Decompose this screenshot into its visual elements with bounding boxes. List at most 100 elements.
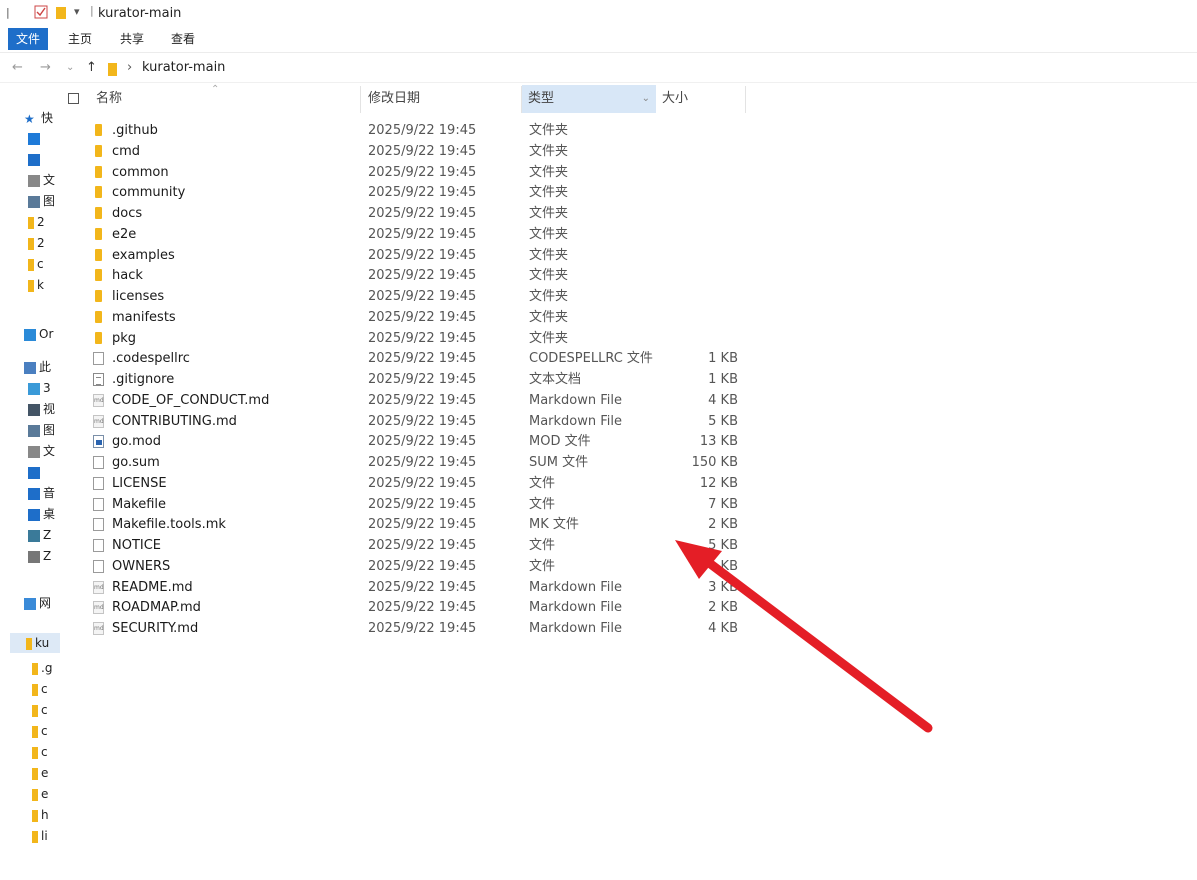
sidebar-folder-item[interactable]: 2 bbox=[28, 233, 45, 253]
network-icon bbox=[24, 597, 36, 610]
file-row[interactable]: md SECURITY.md 2025/9/22 19:45 Markdown Fil… bbox=[88, 618, 748, 639]
file-row[interactable]: common 2025/9/22 19:45 文件夹 bbox=[88, 162, 748, 183]
breadcrumb-current-folder[interactable]: kurator-main bbox=[142, 60, 225, 75]
sidebar-folder-item[interactable]: c bbox=[32, 742, 48, 762]
column-header-modified[interactable]: 修改日期 bbox=[368, 85, 420, 113]
sidebar-documents-item[interactable]: 文 bbox=[28, 441, 55, 461]
select-all-checkbox[interactable] bbox=[68, 93, 79, 104]
sidebar-quick-access-item[interactable]: ★ 快 bbox=[24, 108, 53, 128]
sidebar-downloads-item[interactable] bbox=[28, 149, 43, 169]
file-row[interactable]: OWNERS 2025/9/22 19:45 文件 KB bbox=[88, 556, 748, 577]
file-row[interactable]: md README.md 2025/9/22 19:45 Markdown File 3… bbox=[88, 577, 748, 598]
tab-file[interactable]: 文件 bbox=[8, 28, 48, 50]
column-header-type[interactable]: 类型 ⌄ bbox=[522, 85, 656, 113]
back-arrow-icon[interactable]: ← bbox=[12, 60, 23, 75]
file-row[interactable]: .github 2025/9/22 19:45 文件夹 bbox=[88, 120, 748, 141]
file-row[interactable]: md ROADMAP.md 2025/9/22 19:45 Markdown File… bbox=[88, 597, 748, 618]
file-type: CODESPELLRC 文件 bbox=[529, 351, 653, 367]
sidebar-music-item[interactable]: 音 bbox=[28, 483, 55, 503]
column-divider[interactable] bbox=[360, 86, 361, 113]
sidebar-drive-item[interactable]: Z bbox=[28, 525, 51, 545]
column-header-name[interactable]: 名称 bbox=[96, 85, 122, 113]
sidebar-folder-item[interactable]: c bbox=[28, 254, 44, 274]
divider bbox=[0, 82, 1197, 83]
downloads-icon bbox=[28, 153, 40, 166]
sidebar-desktop-item[interactable]: 桌 bbox=[28, 504, 55, 524]
sidebar-folder-item[interactable]: c bbox=[32, 700, 48, 720]
markdown-file-icon: md bbox=[93, 580, 104, 594]
file-icon bbox=[93, 476, 104, 490]
file-row[interactable]: Makefile 2025/9/22 19:45 文件 7 KB bbox=[88, 494, 748, 515]
markdown-file-icon: md bbox=[93, 601, 104, 615]
sidebar-folder-item[interactable]: li bbox=[32, 826, 48, 846]
file-row[interactable]: community 2025/9/22 19:45 文件夹 bbox=[88, 182, 748, 203]
sidebar-network-item[interactable]: 网 bbox=[24, 593, 51, 613]
sidebar-item-label: c bbox=[37, 257, 44, 271]
file-row[interactable]: LICENSE 2025/9/22 19:45 文件 12 KB bbox=[88, 473, 748, 494]
drive-icon bbox=[28, 550, 40, 563]
sidebar-item-label: Z bbox=[43, 549, 52, 563]
sidebar-folder-item[interactable]: h bbox=[32, 805, 49, 825]
column-filter-chevron-icon[interactable]: ⌄ bbox=[642, 85, 650, 113]
sidebar-3d-objects-item[interactable]: 3 bbox=[28, 378, 51, 398]
file-size: 5 KB bbox=[708, 538, 738, 553]
forward-arrow-icon[interactable]: → bbox=[40, 60, 51, 75]
file-row[interactable]: docs 2025/9/22 19:45 文件夹 bbox=[88, 203, 748, 224]
quick-access-icon: ★ bbox=[24, 111, 35, 126]
file-row[interactable]: examples 2025/9/22 19:45 文件夹 bbox=[88, 245, 748, 266]
file-row[interactable]: md CODE_OF_CONDUCT.md 2025/9/22 19:45 Markd… bbox=[88, 390, 748, 411]
sidebar-onedrive-item[interactable]: Or bbox=[24, 324, 53, 344]
properties-icon[interactable] bbox=[34, 5, 48, 21]
file-row[interactable]: md CONTRIBUTING.md 2025/9/22 19:45 Markdown… bbox=[88, 411, 748, 432]
file-size: 4 KB bbox=[708, 621, 738, 636]
customize-toolbar-dropdown-icon[interactable]: ▾ bbox=[74, 5, 80, 21]
file-type: 文件夹 bbox=[529, 143, 569, 159]
file-row[interactable]: NOTICE 2025/9/22 19:45 文件 5 KB bbox=[88, 535, 748, 556]
sidebar-item-label: Or bbox=[39, 327, 54, 341]
up-arrow-icon[interactable]: ↑ bbox=[86, 60, 97, 75]
file-row[interactable]: e2e 2025/9/22 19:45 文件夹 bbox=[88, 224, 748, 245]
sidebar-this-pc-item[interactable]: 此 bbox=[24, 357, 51, 377]
sidebar-folder-item[interactable]: e bbox=[32, 784, 48, 804]
sidebar-folder-item[interactable]: 2 bbox=[28, 212, 45, 232]
column-divider[interactable] bbox=[745, 86, 746, 113]
sidebar-desktop-item[interactable] bbox=[28, 128, 43, 148]
file-row[interactable]: .gitignore 2025/9/22 19:45 文本文档 1 KB bbox=[88, 369, 748, 390]
sidebar-pictures-item[interactable]: 图 bbox=[28, 191, 55, 211]
file-row[interactable]: manifests 2025/9/22 19:45 文件夹 bbox=[88, 307, 748, 328]
sidebar-folder-item[interactable]: k bbox=[28, 275, 44, 295]
file-type: Markdown File bbox=[529, 621, 623, 636]
recent-locations-chevron-icon[interactable]: ⌄ bbox=[66, 62, 74, 73]
file-row[interactable]: go.sum 2025/9/22 19:45 SUM 文件 150 KB bbox=[88, 452, 748, 473]
sidebar-folder-item[interactable]: c bbox=[32, 721, 48, 741]
sidebar-pictures-item[interactable]: 图 bbox=[28, 420, 55, 440]
file-row[interactable]: Makefile.tools.mk 2025/9/22 19:45 MK 文件 2 K… bbox=[88, 514, 748, 535]
file-row[interactable]: go.mod 2025/9/22 19:45 MOD 文件 13 KB bbox=[88, 431, 748, 452]
sidebar-documents-item[interactable]: 文 bbox=[28, 170, 55, 190]
new-folder-icon[interactable] bbox=[56, 7, 66, 23]
folder-icon bbox=[95, 144, 102, 157]
file-name: LICENSE bbox=[112, 475, 167, 491]
file-row[interactable]: licenses 2025/9/22 19:45 文件夹 bbox=[88, 286, 748, 307]
file-row[interactable]: .codespellrc 2025/9/22 19:45 CODESPELLRC 文… bbox=[88, 348, 748, 369]
sidebar-folder-item[interactable]: c bbox=[32, 679, 48, 699]
sidebar-item-label: 图 bbox=[43, 423, 56, 437]
tab-view[interactable]: 查看 bbox=[163, 28, 203, 50]
sidebar-item-label: 桌 bbox=[43, 507, 56, 521]
column-header-size[interactable]: 大小 bbox=[662, 85, 688, 113]
tab-share[interactable]: 共享 bbox=[112, 28, 152, 50]
sidebar-videos-item[interactable]: 视 bbox=[28, 399, 55, 419]
sidebar-folder-item[interactable]: e bbox=[32, 763, 48, 783]
sidebar-downloads-item[interactable] bbox=[28, 462, 43, 482]
sidebar-item-label: 网 bbox=[39, 596, 52, 610]
sidebar-drive-item[interactable]: Z bbox=[28, 546, 51, 566]
file-row[interactable]: cmd 2025/9/22 19:45 文件夹 bbox=[88, 141, 748, 162]
file-modified-date: 2025/9/22 19:45 bbox=[368, 372, 477, 387]
file-name: .gitignore bbox=[112, 372, 175, 387]
tab-home[interactable]: 主页 bbox=[60, 28, 100, 50]
file-size: 5 KB bbox=[708, 413, 738, 429]
sidebar-folder-item[interactable]: .g bbox=[32, 658, 52, 678]
sidebar-folder-item-kurator[interactable]: ku bbox=[10, 633, 60, 653]
file-row[interactable]: pkg 2025/9/22 19:45 文件夹 bbox=[88, 328, 748, 349]
file-row[interactable]: hack 2025/9/22 19:45 文件夹 bbox=[88, 265, 748, 286]
